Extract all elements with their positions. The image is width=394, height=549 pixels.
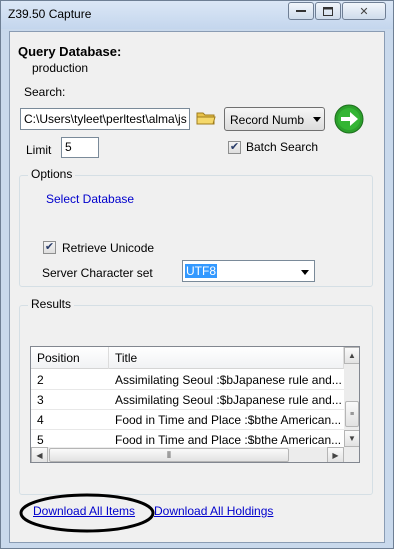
row-title: Food in Time and Place :$bthe American..… (115, 413, 341, 427)
charset-value: UTF8 (185, 264, 217, 278)
chevron-left-icon: ◀ (36, 450, 43, 460)
check-icon: ✔ (44, 241, 55, 253)
scroll-up-button[interactable]: ▲ (344, 347, 359, 364)
row-position: 5 (37, 433, 44, 444)
batch-search-checkbox[interactable]: ✔ (228, 141, 241, 154)
minimize-button[interactable] (288, 2, 314, 20)
scrollbar-corner (344, 447, 359, 462)
retrieve-unicode-checkbox[interactable]: ✔ (43, 241, 56, 254)
horizontal-scrollbar[interactable]: ◀ ⦀ ▶ (31, 447, 344, 462)
check-icon: ✔ (229, 141, 240, 153)
chevron-up-icon: ▲ (348, 351, 356, 360)
dropdown-arrow-icon (313, 117, 321, 122)
row-title: Assimilating Seoul :$bJapanese rule and.… (115, 373, 341, 387)
charset-label: Server Character set (42, 266, 153, 280)
table-row[interactable]: 2 Assimilating Seoul :$bJapanese rule an… (31, 370, 344, 390)
grip-icon: ⦀ (167, 449, 171, 460)
limit-label: Limit (26, 143, 52, 157)
row-title: Assimilating Seoul :$bJapanese rule and.… (115, 393, 341, 407)
chevron-right-icon: ▶ (332, 450, 339, 460)
row-position: 2 (37, 373, 44, 387)
folder-icon[interactable] (196, 110, 216, 126)
database-name: production (32, 61, 89, 75)
column-header-position[interactable]: Position (37, 351, 80, 365)
annotation-ellipse (19, 493, 155, 533)
title-bar[interactable]: Z39.50 Capture ✕ (1, 1, 393, 29)
retrieve-unicode-label: Retrieve Unicode (62, 241, 155, 255)
charset-select[interactable]: UTF8 (182, 260, 315, 282)
window-title: Z39.50 Capture (8, 7, 92, 21)
search-type-value: Record Numb (230, 113, 305, 127)
row-title: Food in Time and Place :$bthe American..… (115, 433, 341, 444)
results-list[interactable]: Position Title 2 Assimilating Seoul :$bJ… (30, 346, 360, 463)
download-all-holdings-link[interactable]: Download All Holdings (154, 504, 273, 518)
vertical-scroll-thumb[interactable]: ≡ (345, 401, 359, 427)
go-arrow-icon[interactable] (334, 104, 364, 134)
batch-search-label: Batch Search (246, 140, 319, 154)
grip-icon: ≡ (349, 410, 355, 418)
column-header-title[interactable]: Title (115, 351, 137, 365)
scroll-down-button[interactable]: ▼ (344, 430, 359, 447)
select-database-link[interactable]: Select Database (46, 192, 134, 206)
table-row[interactable]: 3 Assimilating Seoul :$bJapanese rule an… (31, 390, 344, 410)
results-title: Results (28, 297, 75, 311)
vertical-scrollbar[interactable]: ▲ ≡ ▼ (344, 347, 359, 447)
chevron-down-icon: ▼ (348, 434, 356, 443)
search-label: Search: (24, 85, 66, 99)
scroll-left-button[interactable]: ◀ (31, 447, 48, 462)
row-position: 4 (37, 413, 44, 427)
close-icon: ✕ (359, 5, 369, 18)
table-row[interactable]: 4 Food in Time and Place :$bthe American… (31, 410, 344, 430)
horizontal-scroll-thumb[interactable]: ⦀ (49, 448, 289, 462)
maximize-icon (323, 6, 333, 16)
minimize-icon (296, 10, 306, 12)
row-position: 3 (37, 393, 44, 407)
options-title: Options (28, 167, 76, 181)
close-button[interactable]: ✕ (342, 2, 386, 20)
results-header-row: Position Title (31, 347, 344, 369)
dropdown-arrow-icon (301, 270, 309, 275)
table-row[interactable]: 5 Food in Time and Place :$bthe American… (31, 430, 344, 444)
scroll-right-button[interactable]: ▶ (327, 447, 344, 462)
main-panel: Query Database: production Search: C:\Us… (9, 31, 385, 543)
app-window: Z39.50 Capture ✕ Query Database: product… (0, 0, 394, 549)
search-type-select[interactable]: Record Numb (224, 107, 325, 131)
query-database-label: Query Database: (18, 44, 122, 59)
search-path-input[interactable]: C:\Users\tyleet\perltest\alma\js (20, 108, 190, 130)
maximize-button[interactable] (315, 2, 341, 20)
limit-input[interactable]: 5 (61, 137, 99, 158)
